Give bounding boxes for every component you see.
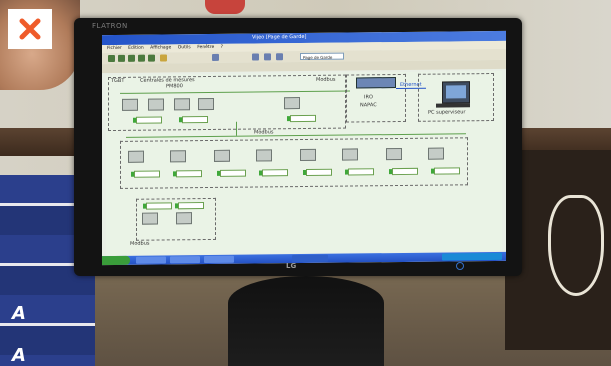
device-tag xyxy=(348,168,374,176)
page-select[interactable]: Page de Garde xyxy=(300,52,344,61)
menu-item-tools[interactable]: Outils xyxy=(178,44,191,52)
menu-item-file[interactable]: Fichier xyxy=(107,45,122,53)
network-diagram: TGBT Centrales de mesures PM800 Modbus I… xyxy=(106,70,502,256)
iro-label: IRO xyxy=(364,94,373,101)
system-tray xyxy=(442,252,502,261)
toolbar-button[interactable] xyxy=(138,54,145,62)
modbus-label-bottom: Modbus xyxy=(130,240,150,247)
window-title: Vijeo [Page de Garde] xyxy=(252,33,307,41)
monitor: FLATRON Vijeo [Page de Garde] Fichier Ed… xyxy=(74,18,522,276)
tgbt-label: TGBT xyxy=(111,77,125,85)
field-device[interactable] xyxy=(300,148,316,162)
device-tag xyxy=(220,169,246,177)
device-tag xyxy=(306,168,332,176)
toolbar-button[interactable] xyxy=(212,53,219,61)
field-device[interactable] xyxy=(170,150,186,163)
field-device[interactable] xyxy=(428,147,444,160)
toolbar-button[interactable] xyxy=(128,54,135,62)
power-meter[interactable] xyxy=(174,98,190,111)
field-device[interactable] xyxy=(128,150,144,163)
pc-label: PC superviseur xyxy=(428,109,466,116)
close-icon[interactable] xyxy=(19,18,41,40)
menu-item-window[interactable]: Fenêtre xyxy=(197,44,214,52)
close-badge[interactable] xyxy=(8,9,52,49)
device-tag xyxy=(434,167,460,175)
monitor-brand: FLATRON xyxy=(92,22,128,30)
modbus-drop xyxy=(236,121,237,136)
power-meter[interactable] xyxy=(284,97,300,110)
menu-item-help[interactable]: ? xyxy=(221,44,223,52)
device-tag xyxy=(176,170,202,178)
toolbar-button[interactable] xyxy=(264,53,271,61)
pc-supervisor-icon[interactable] xyxy=(442,81,470,104)
field-device[interactable] xyxy=(176,212,192,225)
toolbar-button[interactable] xyxy=(108,54,115,63)
taskbar-item[interactable] xyxy=(292,254,328,263)
power-meter[interactable] xyxy=(122,98,138,111)
field-device[interactable] xyxy=(214,149,230,162)
modbus-label-top: Modbus xyxy=(316,76,336,83)
device-tag xyxy=(262,169,288,177)
menu-item-edit[interactable]: Edition xyxy=(128,45,144,53)
toolbar-button[interactable] xyxy=(148,54,155,62)
taskbar-item[interactable] xyxy=(170,256,200,264)
monitor-logo: LG xyxy=(286,262,297,270)
device-tag xyxy=(178,202,204,210)
photo-scene: A A FLATRON Vijeo [Page de Garde] Fichie… xyxy=(0,0,611,366)
power-button[interactable] xyxy=(456,262,464,270)
paper-logo-letter: A xyxy=(12,345,26,366)
device-tag xyxy=(134,170,160,178)
device-tag xyxy=(290,114,316,123)
device-tag xyxy=(146,202,172,210)
toolbar-button[interactable] xyxy=(118,54,125,62)
taskbar-item[interactable] xyxy=(204,255,234,264)
coiled-cable xyxy=(548,195,604,296)
napac-label: NAPAC xyxy=(360,102,377,109)
field-device[interactable] xyxy=(256,149,272,162)
field-group xyxy=(120,137,468,189)
toolbar-button[interactable] xyxy=(276,53,283,61)
field-device[interactable] xyxy=(386,147,402,161)
iro-controller[interactable] xyxy=(356,77,396,89)
start-button[interactable] xyxy=(102,255,130,266)
menu-item-view[interactable]: Affichage xyxy=(150,44,171,52)
taskbar-item[interactable] xyxy=(136,256,166,264)
red-clothing xyxy=(205,0,245,14)
device-tag xyxy=(392,167,418,176)
device-tag xyxy=(182,116,208,124)
keyboard-icon xyxy=(436,103,470,108)
paper-logo-letter: A xyxy=(12,303,26,324)
toolbar-button[interactable] xyxy=(160,54,167,62)
pm-label: PM800 xyxy=(166,83,183,90)
device-tag xyxy=(136,116,162,124)
toolbar-button[interactable] xyxy=(252,53,259,61)
field-device[interactable] xyxy=(142,212,158,225)
monitor-stand xyxy=(228,276,384,366)
power-meter[interactable] xyxy=(198,97,214,111)
pc-screen xyxy=(446,85,466,99)
monitor-screen: Vijeo [Page de Garde] Fichier Edition Af… xyxy=(102,30,506,266)
field-device[interactable] xyxy=(342,148,358,161)
power-meter[interactable] xyxy=(148,98,164,111)
